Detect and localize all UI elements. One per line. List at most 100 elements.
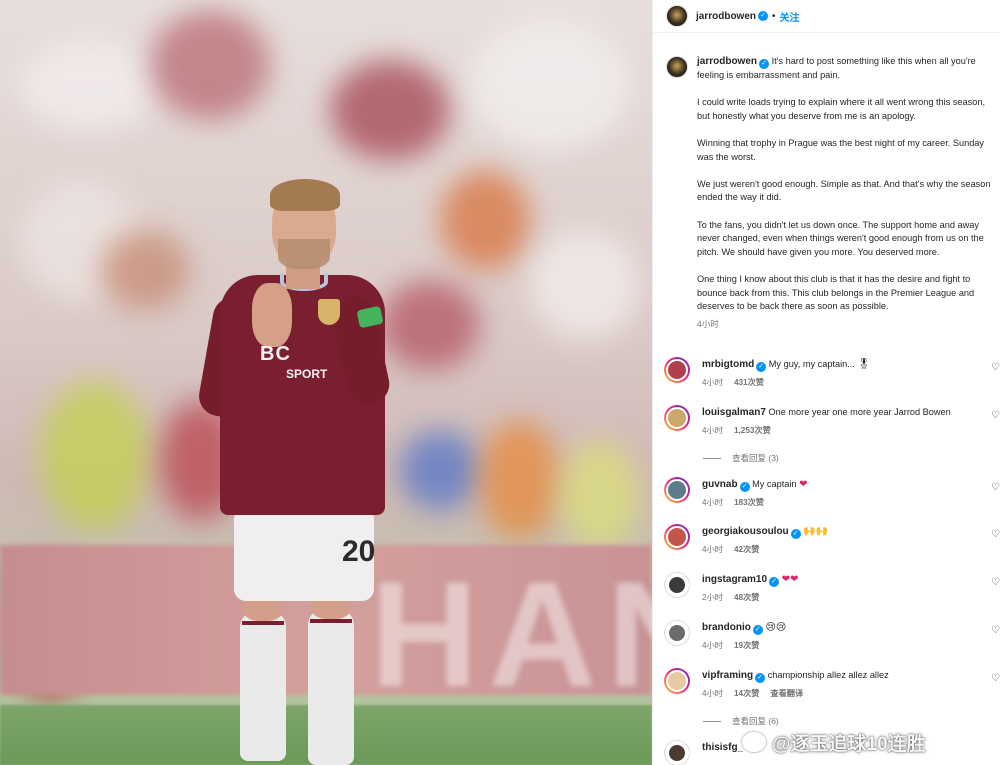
crowd-blur (40, 380, 150, 530)
commenter-avatar[interactable] (664, 405, 690, 431)
comment-time: 4小时 (702, 641, 723, 650)
verified-badge-icon: ✓ (790, 529, 801, 539)
verified-badge-icon: ✓ (739, 482, 750, 492)
watermark-text: @逐玉追球10连胜 (772, 733, 926, 755)
hair (270, 179, 340, 211)
crowd-blur (100, 230, 190, 310)
post-photo: HAN 20 BC SPORT (0, 0, 652, 765)
verified-badge-icon: ✓ (752, 625, 763, 635)
verified-badge-icon: ✓ (755, 673, 766, 683)
view-replies-label[interactable]: 查看回复 (3) (732, 452, 779, 464)
replies-divider (703, 720, 721, 722)
commenter-avatar[interactable] (664, 572, 690, 598)
medal-emoji: 🎖 (857, 359, 871, 370)
comment-username[interactable]: mrbigtomd (702, 359, 754, 370)
comment-likes[interactable]: 42次赞 (734, 545, 759, 554)
like-heart-icon[interactable]: ♡ (991, 626, 1000, 636)
comment-username[interactable]: louisgalman7 (702, 407, 766, 418)
comment-text: My captain (752, 479, 797, 489)
translate-link[interactable]: 查看翻译 (770, 689, 803, 698)
crying-emoji: 😢😢 (765, 622, 787, 633)
comment-likes[interactable]: 19次赞 (734, 641, 759, 650)
comment-likes[interactable]: 183次赞 (734, 498, 764, 507)
commenter-avatar[interactable] (664, 524, 690, 550)
comment-time: 4小时 (702, 498, 723, 507)
comment-item: ingstagram10 ✓ ❤❤ 2小时 48次赞 ♡ (664, 572, 1000, 608)
crowd-blur (150, 10, 270, 120)
comment-username[interactable]: vipframing (702, 670, 753, 681)
comment-item: georgiakousoulou ✓ 🙌🙌 4小时 42次赞 ♡ (664, 524, 1000, 560)
comment-item: brandonio ✓ 😢😢 4小时 19次赞 ♡ (664, 620, 1000, 656)
crowd-blur (560, 440, 640, 550)
comment-likes[interactable]: 431次赞 (734, 378, 764, 387)
comment-username[interactable]: georgiakousoulou (702, 526, 789, 537)
comment-time: 4小时 (702, 378, 723, 387)
weibo-logo-icon (742, 732, 766, 752)
crowd-blur (470, 20, 630, 150)
red-heart-emoji: ❤ (799, 479, 808, 490)
commenter-avatar[interactable] (664, 357, 690, 383)
beard (278, 239, 330, 269)
comment-time: 4小时 (702, 689, 723, 698)
comment-likes[interactable]: 48次赞 (734, 593, 759, 602)
like-heart-icon[interactable]: ♡ (991, 530, 1000, 540)
like-heart-icon[interactable]: ♡ (991, 674, 1000, 684)
player-figure: 20 BC SPORT (195, 175, 400, 765)
author-username[interactable]: jarrodbowen (696, 11, 756, 22)
caption-username[interactable]: jarrodbowen (697, 56, 757, 67)
comment-text: One more year one more year Jarrod Bowen (768, 407, 951, 417)
commenter-avatar[interactable] (664, 477, 690, 503)
comment-username[interactable]: thisisfg_ (702, 742, 743, 753)
like-heart-icon[interactable]: ♡ (991, 578, 1000, 588)
view-replies-label[interactable]: 查看回复 (6) (732, 715, 779, 727)
view-replies-button[interactable]: 查看回复 (3) (703, 452, 779, 464)
comment-item: vipframing ✓ championship allez allez all… (664, 668, 1000, 704)
verified-badge-icon: ✓ (758, 11, 769, 21)
commenter-avatar[interactable] (664, 740, 690, 765)
post-caption: jarrodbowen ✓ It's hard to post something… (666, 55, 996, 331)
comment-likes[interactable]: 1,253次赞 (734, 426, 771, 435)
caption-paragraph: Winning that trophy in Prague was the be… (697, 137, 985, 162)
commenter-avatar[interactable] (664, 668, 690, 694)
right-sock (308, 609, 354, 765)
crowd-blur (330, 60, 450, 160)
commenter-avatar[interactable] (664, 620, 690, 646)
caption-paragraph: To the fans, you didn't let us down once… (697, 219, 984, 257)
like-heart-icon[interactable]: ♡ (991, 483, 1000, 493)
board-text: HAN (370, 550, 652, 718)
follow-button[interactable]: 关注 (780, 9, 800, 24)
watermark: @逐玉追球10连胜 (742, 730, 926, 755)
comment-time: 2小时 (702, 593, 723, 602)
red-hearts-emoji: ❤❤ (781, 574, 799, 585)
comment-username[interactable]: guvnab (702, 479, 738, 490)
crowd-blur (440, 170, 530, 270)
replies-divider (703, 457, 721, 459)
shirt-sponsor: BC (260, 343, 291, 365)
post-panel: jarrodbowen ✓ • 关注 jarrodbowen ✓ It's har… (652, 0, 1000, 765)
view-replies-button[interactable]: 查看回复 (6) (703, 715, 779, 727)
comment-item: louisgalman7 One more year one more year… (664, 405, 1000, 441)
verified-badge-icon: ✓ (769, 577, 780, 587)
comment-username[interactable]: brandonio (702, 622, 751, 633)
post-header: jarrodbowen ✓ • 关注 (653, 0, 1000, 33)
verified-badge-icon: ✓ (759, 59, 770, 69)
raised-hands-emoji: 🙌🙌 (803, 526, 829, 537)
like-heart-icon[interactable]: ♡ (991, 363, 1000, 373)
comment-time: 4小时 (702, 545, 723, 554)
crowd-blur (20, 40, 160, 130)
caption-timestamp: 4小时 (697, 318, 719, 329)
author-avatar[interactable] (666, 5, 688, 27)
comment-likes[interactable]: 14次赞 (734, 689, 759, 698)
crowd-blur (400, 430, 480, 510)
comment-item: mrbigtomd ✓ My guy, my captain... 🎖 4小时 43… (664, 357, 1000, 393)
left-sock (240, 611, 286, 761)
comment-username[interactable]: ingstagram10 (702, 574, 767, 585)
like-heart-icon[interactable]: ♡ (991, 411, 1000, 421)
comment-text: championship allez allez allez (767, 670, 889, 680)
club-crest (318, 299, 340, 325)
caption-paragraph: We just weren't good enough. Simple as t… (697, 178, 991, 203)
shirt-sponsor-sub: SPORT (286, 367, 328, 381)
caption-paragraph: One thing I know about this club is that… (697, 273, 975, 312)
caption-author-avatar[interactable] (666, 56, 688, 78)
comment-text: My guy, my captain... (768, 359, 855, 369)
